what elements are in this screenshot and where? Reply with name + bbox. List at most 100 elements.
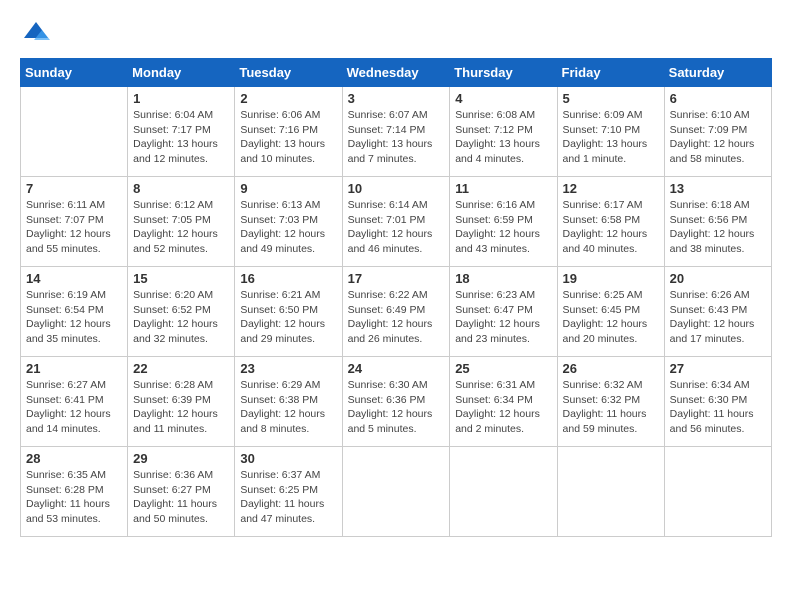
day-detail: Sunrise: 6:23 AM Sunset: 6:47 PM Dayligh…	[455, 288, 551, 347]
day-detail: Sunrise: 6:08 AM Sunset: 7:12 PM Dayligh…	[455, 108, 551, 167]
col-header-wednesday: Wednesday	[342, 59, 450, 87]
page-header	[20, 20, 772, 42]
calendar-cell: 29 Sunrise: 6:36 AM Sunset: 6:27 PM Dayli…	[128, 447, 235, 537]
day-detail: Sunrise: 6:04 AM Sunset: 7:17 PM Dayligh…	[133, 108, 229, 167]
calendar-cell: 5 Sunrise: 6:09 AM Sunset: 7:10 PM Daylig…	[557, 87, 664, 177]
day-number: 17	[348, 271, 445, 286]
calendar-cell: 4Sunrise: 6:08 AM Sunset: 7:12 PM Daylig…	[450, 87, 557, 177]
calendar-cell: 24Sunrise: 6:30 AM Sunset: 6:36 PM Dayli…	[342, 357, 450, 447]
calendar-cell: 14Sunrise: 6:19 AM Sunset: 6:54 PM Dayli…	[21, 267, 128, 357]
day-number: 26	[563, 361, 659, 376]
day-number: 29	[133, 451, 229, 466]
calendar-cell	[664, 447, 771, 537]
day-number: 15	[133, 271, 229, 286]
day-detail: Sunrise: 6:36 AM Sunset: 6:27 PM Dayligh…	[133, 468, 229, 527]
calendar-cell: 3 Sunrise: 6:07 AM Sunset: 7:14 PM Daylig…	[342, 87, 450, 177]
day-number: 11	[455, 181, 551, 196]
day-number: 10	[348, 181, 445, 196]
day-detail: Sunrise: 6:19 AM Sunset: 6:54 PM Dayligh…	[26, 288, 122, 347]
calendar-cell: 19 Sunrise: 6:25 AM Sunset: 6:45 PM Dayli…	[557, 267, 664, 357]
day-number: 6	[670, 91, 766, 106]
calendar-cell: 2 Sunrise: 6:06 AM Sunset: 7:16 PM Daylig…	[235, 87, 342, 177]
day-number: 3	[348, 91, 445, 106]
calendar-cell	[450, 447, 557, 537]
calendar-cell: 23 Sunrise: 6:29 AM Sunset: 6:38 PM Dayli…	[235, 357, 342, 447]
day-number: 5	[563, 91, 659, 106]
day-detail: Sunrise: 6:11 AM Sunset: 7:07 PM Dayligh…	[26, 198, 122, 257]
day-number: 2	[240, 91, 336, 106]
day-number: 1	[133, 91, 229, 106]
calendar-cell: 13Sunrise: 6:18 AM Sunset: 6:56 PM Dayli…	[664, 177, 771, 267]
week-row-1: 1 Sunrise: 6:04 AM Sunset: 7:17 PM Daylig…	[21, 87, 772, 177]
day-detail: Sunrise: 6:37 AM Sunset: 6:25 PM Dayligh…	[240, 468, 336, 527]
day-detail: Sunrise: 6:29 AM Sunset: 6:38 PM Dayligh…	[240, 378, 336, 437]
col-header-thursday: Thursday	[450, 59, 557, 87]
calendar-cell: 18 Sunrise: 6:23 AM Sunset: 6:47 PM Dayli…	[450, 267, 557, 357]
day-detail: Sunrise: 6:35 AM Sunset: 6:28 PM Dayligh…	[26, 468, 122, 527]
day-number: 28	[26, 451, 122, 466]
calendar-cell: 9 Sunrise: 6:13 AM Sunset: 7:03 PM Daylig…	[235, 177, 342, 267]
day-detail: Sunrise: 6:14 AM Sunset: 7:01 PM Dayligh…	[348, 198, 445, 257]
day-number: 19	[563, 271, 659, 286]
day-number: 21	[26, 361, 122, 376]
calendar-cell: 15 Sunrise: 6:20 AM Sunset: 6:52 PM Dayli…	[128, 267, 235, 357]
calendar-cell: 26 Sunrise: 6:32 AM Sunset: 6:32 PM Dayli…	[557, 357, 664, 447]
day-number: 8	[133, 181, 229, 196]
day-detail: Sunrise: 6:09 AM Sunset: 7:10 PM Dayligh…	[563, 108, 659, 167]
day-number: 22	[133, 361, 229, 376]
day-detail: Sunrise: 6:17 AM Sunset: 6:58 PM Dayligh…	[563, 198, 659, 257]
day-detail: Sunrise: 6:31 AM Sunset: 6:34 PM Dayligh…	[455, 378, 551, 437]
calendar-cell	[21, 87, 128, 177]
calendar-cell: 10 Sunrise: 6:14 AM Sunset: 7:01 PM Dayli…	[342, 177, 450, 267]
day-number: 30	[240, 451, 336, 466]
calendar-cell: 1 Sunrise: 6:04 AM Sunset: 7:17 PM Daylig…	[128, 87, 235, 177]
calendar-cell: 27Sunrise: 6:34 AM Sunset: 6:30 PM Dayli…	[664, 357, 771, 447]
calendar-cell: 20Sunrise: 6:26 AM Sunset: 6:43 PM Dayli…	[664, 267, 771, 357]
calendar-cell: 11Sunrise: 6:16 AM Sunset: 6:59 PM Dayli…	[450, 177, 557, 267]
calendar-cell: 7 Sunrise: 6:11 AM Sunset: 7:07 PM Daylig…	[21, 177, 128, 267]
day-number: 7	[26, 181, 122, 196]
week-row-2: 7 Sunrise: 6:11 AM Sunset: 7:07 PM Daylig…	[21, 177, 772, 267]
week-row-5: 28 Sunrise: 6:35 AM Sunset: 6:28 PM Dayli…	[21, 447, 772, 537]
col-header-sunday: Sunday	[21, 59, 128, 87]
calendar-cell: 25 Sunrise: 6:31 AM Sunset: 6:34 PM Dayli…	[450, 357, 557, 447]
day-detail: Sunrise: 6:13 AM Sunset: 7:03 PM Dayligh…	[240, 198, 336, 257]
day-detail: Sunrise: 6:21 AM Sunset: 6:50 PM Dayligh…	[240, 288, 336, 347]
day-detail: Sunrise: 6:20 AM Sunset: 6:52 PM Dayligh…	[133, 288, 229, 347]
day-number: 23	[240, 361, 336, 376]
day-detail: Sunrise: 6:10 AM Sunset: 7:09 PM Dayligh…	[670, 108, 766, 167]
calendar-cell: 8 Sunrise: 6:12 AM Sunset: 7:05 PM Daylig…	[128, 177, 235, 267]
day-number: 16	[240, 271, 336, 286]
calendar-cell: 30 Sunrise: 6:37 AM Sunset: 6:25 PM Dayli…	[235, 447, 342, 537]
day-detail: Sunrise: 6:32 AM Sunset: 6:32 PM Dayligh…	[563, 378, 659, 437]
day-detail: Sunrise: 6:07 AM Sunset: 7:14 PM Dayligh…	[348, 108, 445, 167]
logo	[20, 20, 52, 42]
day-detail: Sunrise: 6:27 AM Sunset: 6:41 PM Dayligh…	[26, 378, 122, 437]
calendar-header-row: SundayMondayTuesdayWednesdayThursdayFrid…	[21, 59, 772, 87]
day-number: 13	[670, 181, 766, 196]
col-header-monday: Monday	[128, 59, 235, 87]
calendar-table: SundayMondayTuesdayWednesdayThursdayFrid…	[20, 58, 772, 537]
calendar-cell: 21 Sunrise: 6:27 AM Sunset: 6:41 PM Dayli…	[21, 357, 128, 447]
day-detail: Sunrise: 6:22 AM Sunset: 6:49 PM Dayligh…	[348, 288, 445, 347]
day-detail: Sunrise: 6:25 AM Sunset: 6:45 PM Dayligh…	[563, 288, 659, 347]
calendar-cell: 22 Sunrise: 6:28 AM Sunset: 6:39 PM Dayli…	[128, 357, 235, 447]
col-header-friday: Friday	[557, 59, 664, 87]
day-detail: Sunrise: 6:12 AM Sunset: 7:05 PM Dayligh…	[133, 198, 229, 257]
day-number: 24	[348, 361, 445, 376]
calendar-cell: 12 Sunrise: 6:17 AM Sunset: 6:58 PM Dayli…	[557, 177, 664, 267]
day-number: 9	[240, 181, 336, 196]
day-detail: Sunrise: 6:26 AM Sunset: 6:43 PM Dayligh…	[670, 288, 766, 347]
day-number: 12	[563, 181, 659, 196]
calendar-cell	[557, 447, 664, 537]
calendar-cell	[342, 447, 450, 537]
col-header-saturday: Saturday	[664, 59, 771, 87]
col-header-tuesday: Tuesday	[235, 59, 342, 87]
calendar-cell: 16 Sunrise: 6:21 AM Sunset: 6:50 PM Dayli…	[235, 267, 342, 357]
day-detail: Sunrise: 6:28 AM Sunset: 6:39 PM Dayligh…	[133, 378, 229, 437]
day-number: 25	[455, 361, 551, 376]
day-number: 18	[455, 271, 551, 286]
day-detail: Sunrise: 6:06 AM Sunset: 7:16 PM Dayligh…	[240, 108, 336, 167]
week-row-3: 14Sunrise: 6:19 AM Sunset: 6:54 PM Dayli…	[21, 267, 772, 357]
day-number: 27	[670, 361, 766, 376]
